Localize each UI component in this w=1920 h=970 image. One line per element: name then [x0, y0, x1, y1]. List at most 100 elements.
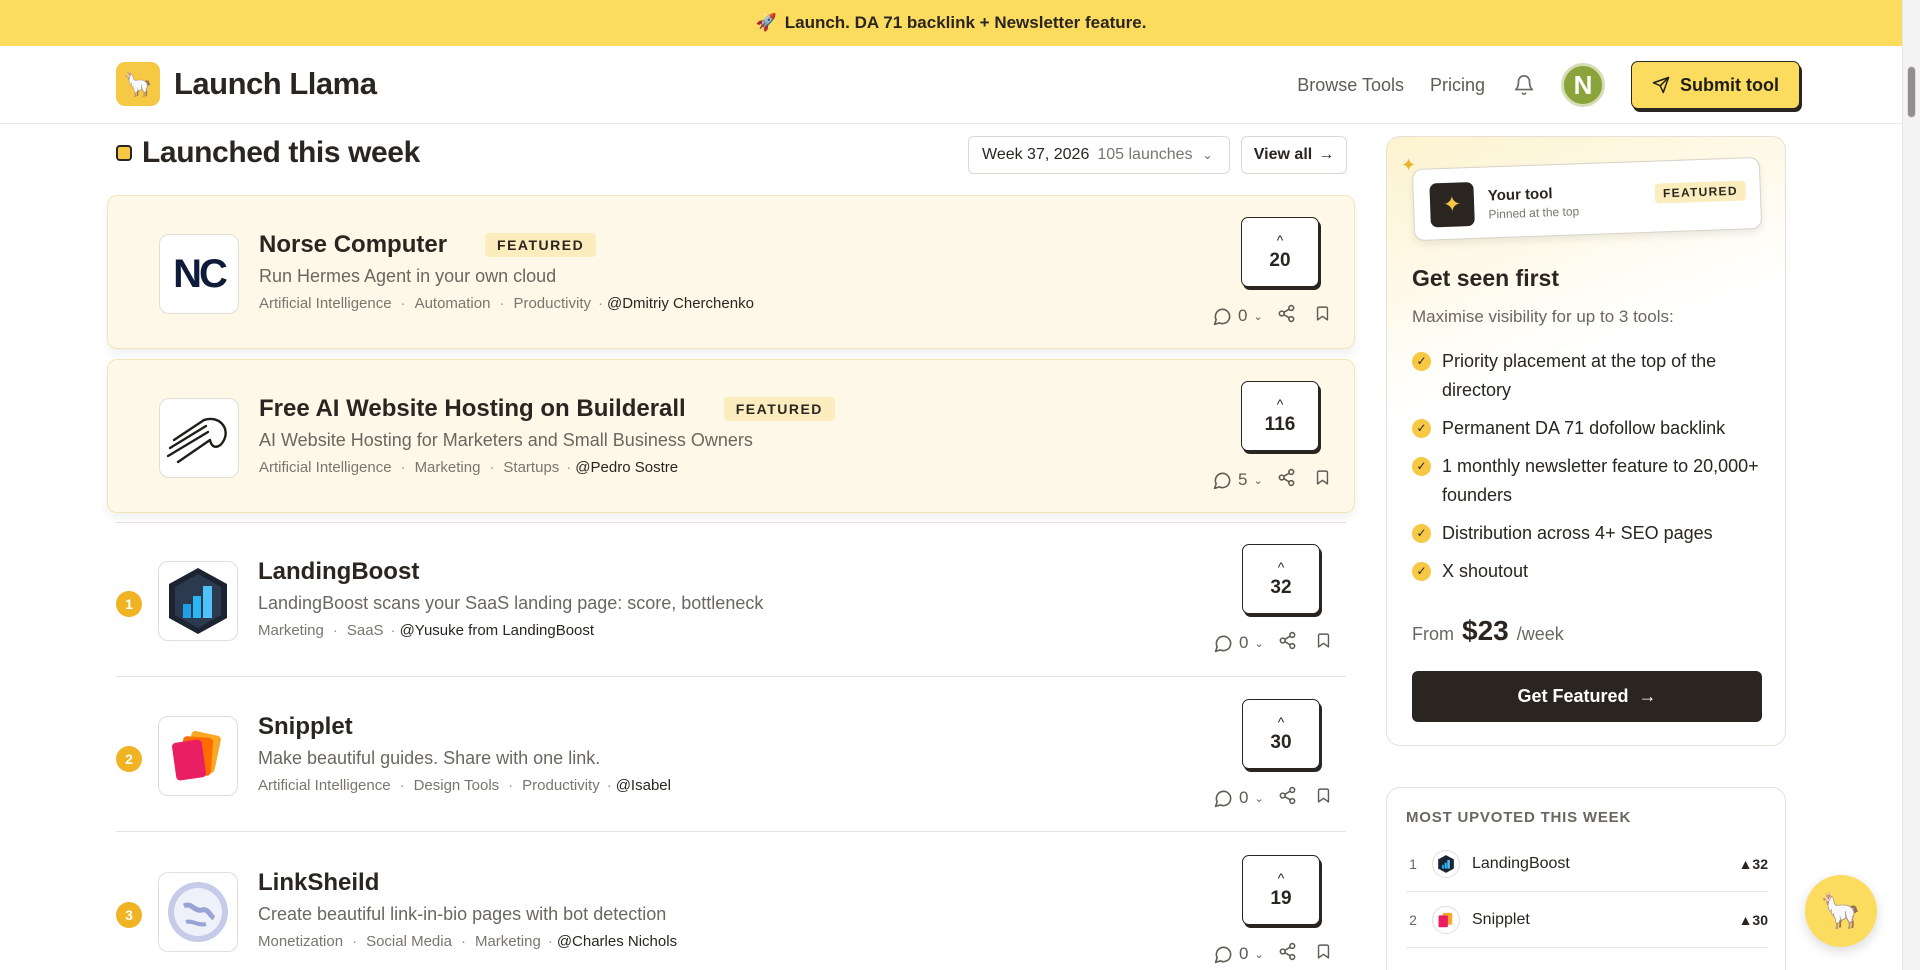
check-icon: ✓ [1412, 352, 1431, 371]
bookmark-icon[interactable] [1315, 631, 1332, 655]
bookmark-icon[interactable] [1315, 786, 1332, 810]
tool-author[interactable]: @Charles Nichols [557, 933, 677, 950]
rank-badge: 2 [116, 746, 142, 772]
nav-browse-tools[interactable]: Browse Tools [1297, 75, 1404, 96]
tool-meta: Artificial Intelligence · Automation · Pro… [259, 295, 754, 312]
tool-tagline: Make beautiful guides. Share with one li… [258, 748, 601, 768]
upvote-count: 116 [1264, 414, 1296, 435]
submit-tool-button[interactable]: Submit tool [1631, 61, 1800, 109]
tool-meta: Marketing · SaaS · @Yusuke from LandingBoo… [258, 622, 595, 639]
tag[interactable]: Artificial Intelligence [259, 295, 392, 312]
comments-toggle[interactable]: 0 ⌄ [1214, 944, 1264, 964]
tag[interactable]: Productivity [513, 295, 591, 312]
page-scrollbar[interactable] [1902, 0, 1920, 970]
tag[interactable]: Productivity [522, 777, 600, 794]
section-title: Launched this week [116, 136, 420, 170]
llama-chat-button[interactable]: 🦙 [1805, 875, 1877, 947]
tag[interactable]: SaaS [347, 622, 384, 639]
user-avatar[interactable]: N [1561, 63, 1606, 107]
share-icon[interactable] [1278, 942, 1297, 966]
arrow-right-icon: → [1638, 686, 1657, 706]
upvote-button[interactable]: ^ 32 [1242, 544, 1320, 614]
chevron-down-icon: ⌄ [1253, 474, 1263, 487]
comment-count: 0 [1239, 633, 1249, 652]
nav-pricing[interactable]: Pricing [1430, 75, 1485, 96]
tool-name[interactable]: Norse Computer [259, 231, 447, 259]
chevron-down-icon: ⌄ [1254, 792, 1264, 805]
tool-meta: Artificial Intelligence · Design Tools · P… [258, 777, 671, 794]
site-header: 🦙 Launch Llama Browse Tools Pricing N Su… [0, 46, 1902, 124]
share-icon[interactable] [1278, 786, 1297, 810]
check-icon: ✓ [1412, 419, 1431, 438]
tag[interactable]: Artificial Intelligence [258, 777, 391, 794]
scrollbar-thumb[interactable] [1907, 66, 1916, 118]
upvote-button[interactable]: ^ 116 [1241, 381, 1319, 451]
tag[interactable]: Startups [503, 459, 559, 476]
get-featured-button[interactable]: Get Featured → [1412, 671, 1762, 722]
upvoted-item[interactable]: 2 Snipplet ▲30 [1406, 892, 1768, 948]
tool-name[interactable]: LandingBoost [258, 558, 419, 586]
tag[interactable]: Automation [415, 295, 491, 312]
llama-icon: 🦙 [1819, 892, 1863, 930]
tool-author[interactable]: @Isabel [616, 777, 671, 794]
upvote-count: 30 [1270, 732, 1292, 753]
view-all-button[interactable]: View all → [1241, 136, 1347, 174]
launch-card[interactable]: 3 LinkSheild Create beautiful link-in-bi… [116, 834, 1346, 970]
comment-count: 0 [1239, 944, 1249, 963]
tool-name[interactable]: Free AI Website Hosting on Builderall [259, 395, 686, 423]
tag[interactable]: Marketing [415, 459, 481, 476]
share-icon[interactable] [1278, 631, 1297, 655]
launch-card-featured[interactable]: NC Norse Computer FEATURED Run Hermes Ag… [107, 195, 1355, 349]
launches-header: Launched this week Week 37, 2026 105 lau… [116, 136, 1347, 176]
tag[interactable]: Marketing [475, 933, 541, 950]
tag[interactable]: Marketing [258, 622, 324, 639]
card-actions: 0 ⌄ [1214, 942, 1332, 966]
tool-tagline: AI Website Hosting for Marketers and Sma… [259, 430, 753, 450]
week-select[interactable]: Week 37, 2026 105 launches ⌄ [968, 136, 1230, 174]
bell-icon[interactable] [1511, 72, 1537, 98]
launch-card-featured[interactable]: Free AI Website Hosting on Builderall FE… [107, 359, 1355, 513]
comment-icon [1214, 946, 1232, 963]
upvote-button[interactable]: ^ 30 [1242, 699, 1320, 769]
benefit-item: ✓ 1 monthly newsletter feature to 20,000+… [1412, 452, 1762, 510]
tag[interactable]: Design Tools [414, 777, 500, 794]
bookmark-icon[interactable] [1314, 304, 1331, 328]
comments-toggle[interactable]: 5 ⌄ [1213, 470, 1263, 490]
upvote-button[interactable]: ^ 20 [1241, 217, 1319, 287]
upvote-button[interactable]: ^ 19 [1242, 855, 1320, 925]
comments-toggle[interactable]: 0 ⌄ [1214, 788, 1264, 808]
comments-toggle[interactable]: 0 ⌄ [1213, 306, 1263, 326]
share-icon[interactable] [1277, 468, 1296, 492]
brand-logo[interactable]: 🦙 Launch Llama [116, 62, 377, 106]
upvote-count: 20 [1269, 250, 1291, 271]
promo-subtitle: Maximise visibility for up to 3 tools: [1412, 307, 1674, 326]
arrow-right-icon: → [1318, 146, 1335, 163]
tool-name[interactable]: Snipplet [258, 713, 353, 741]
get-featured-label: Get Featured [1517, 686, 1629, 706]
chevron-up-icon: ^ [1277, 870, 1285, 886]
tool-name[interactable]: LinkSheild [258, 869, 379, 897]
tool-author[interactable]: @Dmitriy Cherchenko [607, 295, 754, 312]
share-icon[interactable] [1277, 304, 1296, 328]
upvoted-item[interactable]: 1 LandingBoost ▲32 [1406, 836, 1768, 892]
tool-logo [1432, 905, 1460, 934]
bookmark-icon[interactable] [1315, 942, 1332, 966]
promo-banner[interactable]: 🚀 Launch. DA 71 backlink + Newsletter fe… [0, 0, 1902, 46]
tool-author[interactable]: @Pedro Sostre [575, 459, 678, 476]
comments-toggle[interactable]: 0 ⌄ [1214, 633, 1264, 653]
benefit-item: ✓ Permanent DA 71 dofollow backlink [1412, 414, 1762, 443]
tool-logo [159, 398, 239, 478]
comment-icon [1213, 472, 1231, 489]
tool-author[interactable]: @Yusuke from LandingBoost [400, 622, 595, 639]
tag[interactable]: Artificial Intelligence [259, 459, 392, 476]
tool-tagline: Create beautiful link-in-bio pages with … [258, 904, 667, 924]
tool-logo [158, 561, 238, 641]
launch-card[interactable]: 2 Snipplet Make beautiful guides. Share … [116, 678, 1346, 832]
launch-card[interactable]: 1 LandingBoost LandingBoost scans your S… [116, 523, 1346, 677]
tag[interactable]: Monetization [258, 933, 343, 950]
tag[interactable]: Social Media [366, 933, 452, 950]
bookmark-icon[interactable] [1314, 468, 1331, 492]
check-icon: ✓ [1412, 524, 1431, 543]
square-icon [116, 145, 132, 161]
benefit-item: ✓ X shoutout [1412, 557, 1762, 586]
